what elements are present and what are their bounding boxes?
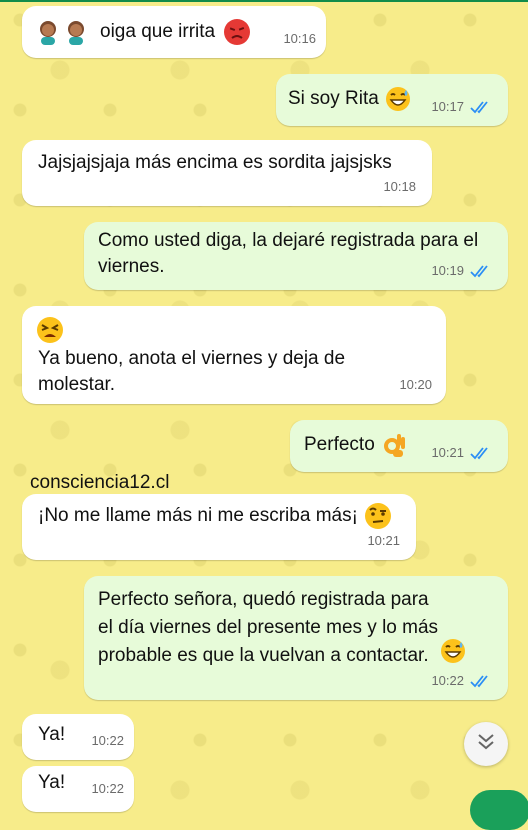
message-time: 10:21 [431,445,464,460]
message-time: 10:22 [431,673,464,688]
message-time: 10:22 [91,781,124,796]
message-text: Ya bueno, anota el viernes y deja de mol… [38,348,346,395]
tired-face-emoji [36,316,64,344]
message-time: 10:19 [431,263,464,278]
chevron-double-down-icon [476,733,496,756]
message-time: 10:21 [367,533,400,548]
message-outgoing[interactable]: Perfecto señora, quedó registrada para e… [84,576,508,700]
raised-eyebrow-emoji [364,502,392,530]
message-time: 10:17 [431,99,464,114]
message-outgoing[interactable]: Si soy Rita 10:17 [276,74,508,126]
message-incoming[interactable]: Jajsjajsjaja más encima es sordita jajsj… [22,140,432,206]
ok-hand-emoji [383,432,407,458]
sweat-smile-emoji [440,638,466,664]
watermark-text: consciencia12.cl [30,472,170,493]
message-time: 10:18 [383,179,416,194]
double-check-icon [470,674,492,688]
message-incoming[interactable]: Ya! 10:22 [22,714,134,760]
message-text: Ya! [38,772,66,793]
message-text: Ya! [38,724,66,745]
message-time: 10:20 [399,377,432,392]
message-incoming[interactable]: Ya! 10:22 [22,766,134,812]
message-outgoing[interactable]: Perfecto 10:21 [290,420,508,472]
double-check-icon [470,264,492,278]
message-text: Perfecto [304,434,375,455]
fab-button[interactable] [470,790,528,830]
message-outgoing[interactable]: Como usted diga, la dejaré registrada pa… [84,222,508,290]
angry-face-emoji [223,18,251,46]
scroll-to-bottom-button[interactable] [464,722,508,766]
double-check-icon [470,100,492,114]
message-text: ¡No me llame más ni me escriba más¡ [38,505,358,526]
message-text: oiga que irrita [100,21,216,42]
message-text: Si soy Rita [288,88,379,109]
message-time: 10:22 [91,733,124,748]
message-incoming[interactable]: oiga que irrita 10:16 [22,6,326,58]
women-emoji [36,19,92,45]
message-time: 10:16 [283,31,316,46]
message-incoming[interactable]: Ya bueno, anota el viernes y deja de mol… [22,306,446,404]
sweat-smile-emoji [385,86,411,112]
message-incoming[interactable]: ¡No me llame más ni me escriba más¡ 10:2… [22,494,416,560]
chat-area[interactable]: oiga que irrita 10:16 Si soy Rita 10:17 … [0,0,528,830]
message-text: Perfecto señora, quedó registrada para e… [98,589,439,666]
double-check-icon [470,446,492,460]
message-text: Jajsjajsjaja más encima es sordita jajsj… [38,152,392,173]
